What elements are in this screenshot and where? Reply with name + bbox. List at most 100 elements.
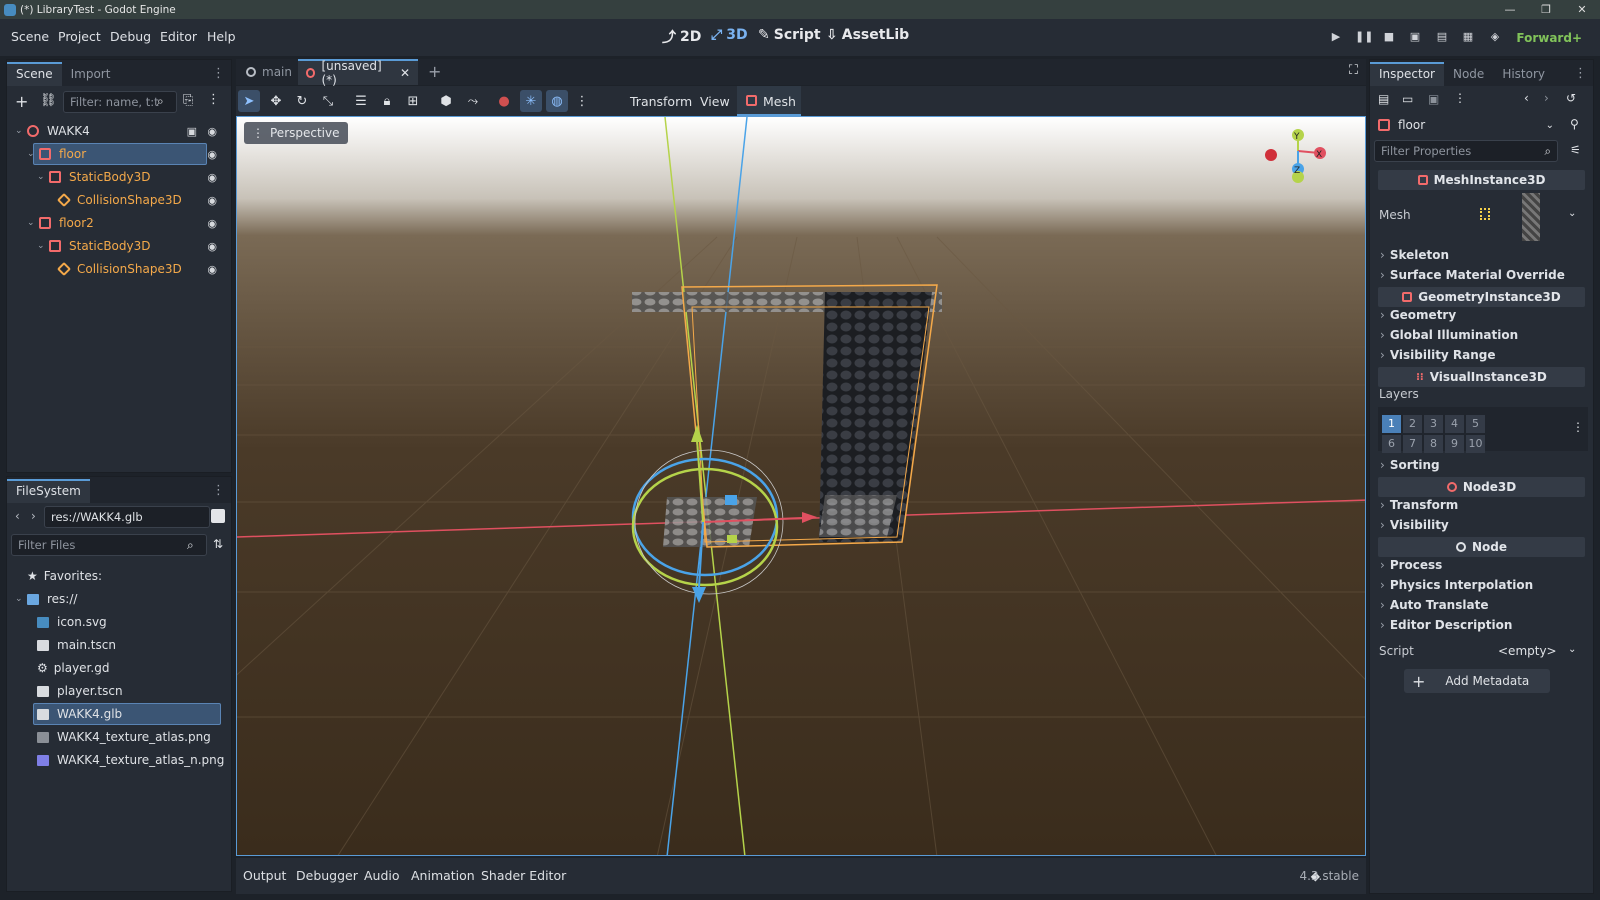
layer-8[interactable]: 8 [1424,435,1443,453]
play-icon[interactable]: ▶ [1328,30,1344,44]
file-item-selected[interactable]: WAKK4.glb [7,703,231,725]
menu-scene[interactable]: Scene [11,29,49,44]
file-item[interactable]: ⚙ player.gd [7,657,231,679]
visibility-eye-icon[interactable]: ◉ [207,148,217,161]
stop-icon[interactable]: ■ [1381,30,1397,44]
tab-filesystem[interactable]: FileSystem [7,479,90,503]
history-forward-icon[interactable]: › [1544,91,1549,105]
menu-debug[interactable]: Debug [110,29,151,44]
version-label[interactable]: 4.3.stable [1299,869,1359,883]
filter-files-input[interactable]: Filter Files [11,534,207,556]
save-icon[interactable]: ▣ [1428,92,1439,106]
view-menu[interactable]: View [700,94,730,109]
list-select-icon[interactable]: ☰ [352,93,370,111]
sort-icon[interactable]: ⇅ [213,537,223,551]
layer-4[interactable]: 4 [1445,415,1464,433]
select-tool-icon[interactable]: ➤ [240,93,258,111]
visibility-eye-icon[interactable]: ◉ [207,125,217,138]
tab-unsaved[interactable]: [unsaved](*) ✕ [298,59,418,87]
path-field[interactable]: res://WAKK4.glb [44,506,210,528]
rotate-tool-icon[interactable]: ↻ [293,93,311,111]
link-icon[interactable]: ⛓ [40,93,57,108]
tab-main[interactable]: main [236,59,302,85]
add-metadata-button[interactable]: + Add Metadata [1404,669,1550,693]
visibility-eye-icon[interactable]: ◉ [207,240,217,253]
tab-import[interactable]: Import [62,62,120,86]
layer-5[interactable]: 5 [1466,415,1485,433]
script-value[interactable]: <empty> [1498,644,1557,658]
layer-10[interactable]: 10 [1466,435,1485,453]
movie-icon[interactable]: ▤ [1434,30,1450,44]
tab-animation[interactable]: Animation [411,868,475,883]
tree-item-floor2[interactable]: ⌄ floor2 ◉ [7,212,231,234]
tree-item-floor[interactable]: ⌄ floor ◉ [7,143,231,165]
tab-node[interactable]: Node [1444,62,1493,86]
instance-scene-icon[interactable]: ⎘ [183,93,193,108]
section-visibility[interactable]: › Visibility [1380,518,1449,532]
back-icon[interactable]: ‹ [15,509,20,523]
close-button[interactable]: ✕ [1564,0,1600,19]
move-tool-icon[interactable]: ✥ [267,93,285,111]
chevron-down-icon[interactable]: ⌄ [1568,208,1576,219]
scale-tool-icon[interactable]: ⤡ [319,93,337,111]
run-custom-icon[interactable]: ◈ [1487,30,1503,44]
menu-project[interactable]: Project [58,29,101,44]
remote-debug-icon[interactable]: ▣ [1407,30,1423,44]
layer-7[interactable]: 7 [1403,435,1422,453]
forward-icon[interactable]: › [31,509,36,523]
layers-menu-icon[interactable]: ⋮ [1572,420,1584,434]
workspace-3d-button[interactable]: ⤢ 3D [711,27,748,43]
section-sorting[interactable]: › Sorting [1380,458,1440,472]
workspace-script-button[interactable]: ✎ Script [758,27,821,43]
section-auto-translate[interactable]: › Auto Translate [1380,598,1488,612]
local-space-icon[interactable]: ✳ [522,93,540,111]
menu-editor[interactable]: Editor [160,29,197,44]
tab-output[interactable]: Output [243,868,286,883]
tab-scene[interactable]: Scene [7,62,62,86]
tree-item-staticbody[interactable]: ⌄ StaticBody3D ◉ [7,235,231,257]
workspace-assetlib-button[interactable]: ⇩ AssetLib [826,27,909,43]
renderer-selector[interactable]: Forward+ [1516,31,1582,45]
options-icon[interactable]: ⋮ [1454,91,1466,105]
section-global-illumination[interactable]: › Global Illumination [1380,328,1518,342]
layer-2[interactable]: 2 [1403,415,1422,433]
object-selector[interactable]: floor ⌄ [1374,114,1558,136]
new-resource-icon[interactable]: ▤ [1378,92,1389,106]
ruler-icon[interactable]: ⬢ [437,93,455,111]
help-icon[interactable]: ⚲ [1570,117,1579,131]
file-item[interactable]: icon.svg [7,611,231,633]
favorites-item[interactable]: ★ Favorites: [7,565,231,587]
tree-item-wakk4[interactable]: ⌄ WAKK4 ▣ ◉ [7,120,231,142]
file-item[interactable]: main.tscn [7,634,231,656]
tree-item-collisionshape[interactable]: CollisionShape3D ◉ [7,189,231,211]
section-surface-material-override[interactable]: › Surface Material Override [1380,268,1565,282]
camera-icon[interactable]: ● [495,93,513,111]
mesh-preview[interactable] [1522,193,1540,241]
history-back-icon[interactable]: ‹ [1524,91,1529,105]
mesh-menu[interactable]: Mesh [737,86,801,116]
section-geometry[interactable]: › Geometry [1380,308,1456,322]
more-options-icon[interactable]: ⋮ [573,93,591,111]
section-editor-description[interactable]: › Editor Description [1380,618,1512,632]
chevron-down-icon[interactable]: ⌄ [1568,644,1576,655]
maximize-button[interactable]: ❐ [1528,0,1564,19]
visibility-eye-icon[interactable]: ◉ [207,194,217,207]
layer-6[interactable]: 6 [1382,435,1401,453]
tab-audio[interactable]: Audio [364,868,400,883]
file-item[interactable]: WAKK4_texture_atlas.png [7,726,231,748]
transform-icon[interactable]: ⤳ [464,93,482,111]
section-process[interactable]: › Process [1380,558,1442,572]
visibility-eye-icon[interactable]: ◉ [207,171,217,184]
tab-history[interactable]: History [1493,62,1554,86]
file-item[interactable]: player.tscn [7,680,231,702]
layer-1[interactable]: 1 [1382,415,1401,433]
property-options-icon[interactable]: ⚟ [1570,143,1581,157]
section-visibility-range[interactable]: › Visibility Range [1380,348,1496,362]
scene-options-icon[interactable]: ⋮ [207,92,220,107]
minimize-button[interactable]: — [1492,0,1528,19]
split-view-icon[interactable] [211,509,225,523]
transform-menu[interactable]: Transform [630,94,692,109]
open-scene-icon[interactable]: ▣ [187,125,197,138]
visibility-eye-icon[interactable]: ◉ [207,217,217,230]
3d-viewport[interactable]: Y X Z ⋮ Perspective [236,116,1366,856]
